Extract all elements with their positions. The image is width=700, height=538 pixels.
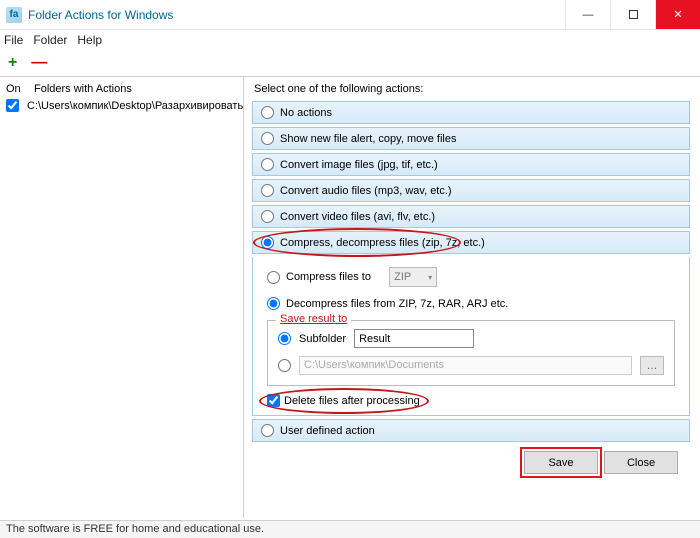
col-folders-header: Folders with Actions: [30, 81, 136, 97]
subfolder-label: Subfolder: [299, 333, 346, 345]
option-label: No actions: [280, 107, 332, 119]
combo-value: ZIP: [394, 271, 411, 283]
folder-row[interactable]: C:\Users\компик\Desktop\Разархивировать: [2, 97, 241, 114]
radio-compress-to[interactable]: [267, 271, 280, 284]
compress-to-row: Compress files to ZIP ▾: [267, 267, 675, 287]
add-icon[interactable]: +: [8, 54, 17, 72]
delete-after-checkbox[interactable]: [267, 394, 280, 407]
dialog-buttons: Save Close: [252, 445, 690, 478]
compress-to-label: Compress files to: [286, 271, 371, 283]
maximize-button[interactable]: [610, 0, 655, 29]
other-path-display: C:\Users\компик\Documents: [299, 356, 632, 375]
radio-no-actions[interactable]: [261, 106, 274, 119]
app-icon: fa: [6, 7, 22, 23]
option-alert[interactable]: Show new file alert, copy, move files: [252, 127, 690, 150]
other-path-row: C:\Users\компик\Documents …: [278, 356, 664, 375]
radio-alert[interactable]: [261, 132, 274, 145]
option-no-actions[interactable]: No actions: [252, 101, 690, 124]
option-label: Convert audio files (mp3, wav, etc.): [280, 185, 452, 197]
save-result-legend: Save result to: [276, 313, 351, 325]
main-area: On Folders with Actions C:\Users\компик\…: [0, 76, 700, 518]
radio-compress[interactable]: [261, 236, 274, 249]
remove-icon[interactable]: —: [31, 54, 47, 72]
menu-file[interactable]: File: [4, 33, 23, 47]
window-buttons: — ✕: [565, 0, 700, 29]
radio-video[interactable]: [261, 210, 274, 223]
radio-other-path[interactable]: [278, 359, 291, 372]
browse-button[interactable]: …: [640, 356, 664, 375]
option-label: User defined action: [280, 425, 375, 437]
subfolder-row: Subfolder: [278, 329, 664, 348]
option-video[interactable]: Convert video files (avi, flv, etc.): [252, 205, 690, 228]
decompress-label: Decompress files from ZIP, 7z, RAR, ARJ …: [286, 298, 508, 310]
delete-after-label: Delete files after processing: [284, 395, 420, 407]
select-action-label: Select one of the following actions:: [252, 83, 690, 95]
close-window-button[interactable]: ✕: [655, 0, 700, 29]
titlebar: fa Folder Actions for Windows — ✕: [0, 0, 700, 30]
option-audio[interactable]: Convert audio files (mp3, wav, etc.): [252, 179, 690, 202]
option-label: Convert image files (jpg, tif, etc.): [280, 159, 438, 171]
radio-audio[interactable]: [261, 184, 274, 197]
folder-enabled-checkbox[interactable]: [6, 99, 19, 112]
compress-format-combo[interactable]: ZIP ▾: [389, 267, 437, 287]
save-result-fieldset: Save result to Subfolder C:\Users\компик…: [267, 320, 675, 386]
option-label: Convert video files (avi, flv, etc.): [280, 211, 435, 223]
option-label: Compress, decompress files (zip, 7z, etc…: [280, 237, 485, 249]
folder-list-pane: On Folders with Actions C:\Users\компик\…: [0, 77, 244, 518]
delete-after-row: Delete files after processing: [267, 394, 675, 407]
menu-folder[interactable]: Folder: [33, 33, 67, 47]
chevron-down-icon: ▾: [428, 273, 432, 282]
col-on-header: On: [2, 81, 30, 97]
option-compress[interactable]: Compress, decompress files (zip, 7z, etc…: [252, 231, 690, 254]
option-user-defined[interactable]: User defined action: [252, 419, 690, 442]
decompress-row: Decompress files from ZIP, 7z, RAR, ARJ …: [267, 297, 675, 310]
radio-user-defined[interactable]: [261, 424, 274, 437]
minimize-button[interactable]: —: [565, 0, 610, 29]
option-label: Show new file alert, copy, move files: [280, 133, 456, 145]
save-button[interactable]: Save: [524, 451, 598, 474]
menu-help[interactable]: Help: [77, 33, 102, 47]
compress-detail-panel: Compress files to ZIP ▾ Decompress files…: [252, 257, 690, 416]
actions-pane: Select one of the following actions: No …: [244, 77, 700, 518]
folder-path: C:\Users\компик\Desktop\Разархивировать: [27, 100, 243, 112]
statusbar: The software is FREE for home and educat…: [0, 520, 700, 538]
subfolder-input[interactable]: [354, 329, 474, 348]
close-button[interactable]: Close: [604, 451, 678, 474]
radio-decompress[interactable]: [267, 297, 280, 310]
option-image[interactable]: Convert image files (jpg, tif, etc.): [252, 153, 690, 176]
radio-subfolder[interactable]: [278, 332, 291, 345]
radio-image[interactable]: [261, 158, 274, 171]
folder-list-header: On Folders with Actions: [2, 81, 241, 97]
toolbar: + —: [0, 50, 700, 76]
menubar: File Folder Help: [0, 30, 700, 50]
window-title: Folder Actions for Windows: [28, 8, 565, 22]
